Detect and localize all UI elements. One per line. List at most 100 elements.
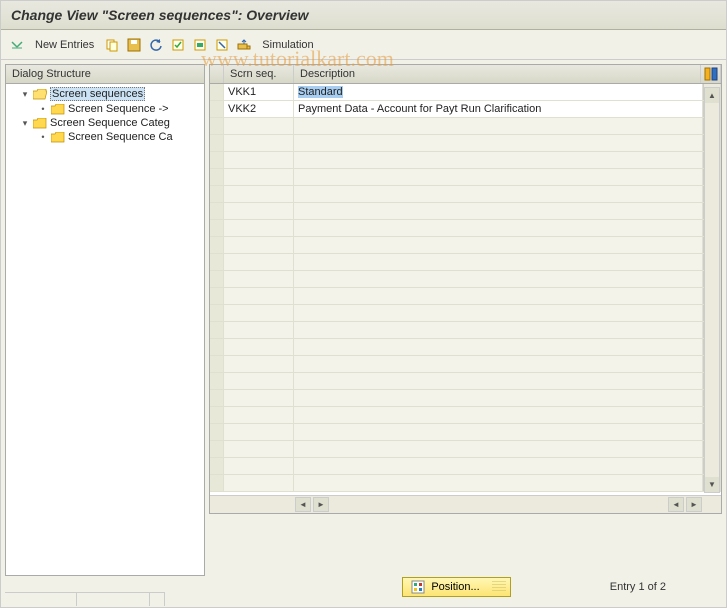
hscroll-bar: ◄ ► ◄ ► [210,495,721,513]
folder-icon [51,132,65,143]
tree-node-screen-sequence-categ[interactable]: ▾ Screen Sequence Categ [6,116,204,130]
table-row-empty[interactable] [210,390,721,407]
scroll-left-end-icon[interactable]: ◄ [668,497,684,512]
table-row-empty[interactable] [210,305,721,322]
page-title: Change View "Screen sequences": Overview [1,1,726,30]
new-entries-button[interactable]: New Entries [29,39,100,51]
deselect-all-icon[interactable] [212,35,232,55]
select-block-icon[interactable] [190,35,210,55]
folder-icon [33,118,47,129]
row-marker[interactable] [210,458,224,474]
table-row-empty[interactable] [210,186,721,203]
table-panel: Scrn seq. Description VKK1 Standard VKK2… [209,64,722,514]
row-marker[interactable] [210,373,224,389]
table-row-empty[interactable] [210,152,721,169]
table-row[interactable]: VKK2 Payment Data - Account for Payt Run… [210,101,721,118]
tree-node-screen-sequences[interactable]: ▾ Screen sequences [6,86,204,102]
tree-label: Screen sequences [50,87,145,101]
simulation-button[interactable]: Simulation [256,39,319,51]
table-row-empty[interactable] [210,254,721,271]
undo-icon[interactable] [146,35,166,55]
row-marker[interactable] [210,237,224,253]
position-label: Position... [431,581,479,593]
row-marker[interactable] [210,475,224,491]
table-row-empty[interactable] [210,441,721,458]
table-row-empty[interactable] [210,203,721,220]
table-row-empty[interactable] [210,169,721,186]
table-row-empty[interactable] [210,475,721,492]
table-row[interactable]: VKK1 Standard [210,84,721,101]
row-marker[interactable] [210,186,224,202]
row-marker[interactable] [210,441,224,457]
scroll-right-end-icon[interactable]: ► [686,497,702,512]
row-marker[interactable] [210,118,224,134]
row-marker[interactable] [210,407,224,423]
row-marker[interactable] [210,288,224,304]
row-marker-header[interactable] [210,65,224,83]
empty-rows [210,118,721,492]
cell-seq[interactable]: VKK2 [224,101,294,117]
vscroll-bar[interactable]: ▲ ▼ [704,87,720,493]
tree-node-screen-sequence-child[interactable]: • Screen Sequence -> [6,102,204,116]
scroll-up-icon[interactable]: ▲ [705,88,719,103]
row-marker[interactable] [210,322,224,338]
expand-toggle-icon[interactable] [7,35,27,55]
table-row-empty[interactable] [210,271,721,288]
row-marker[interactable] [210,101,224,117]
table-config-icon[interactable] [701,65,721,83]
position-button[interactable]: Position... [402,577,510,597]
column-header-seq[interactable]: Scrn seq. [224,65,294,83]
select-all-icon[interactable] [168,35,188,55]
transport-icon[interactable] [234,35,254,55]
tree-node-screen-sequence-ca[interactable]: • Screen Sequence Ca [6,130,204,144]
row-marker[interactable] [210,152,224,168]
row-marker[interactable] [210,271,224,287]
copy-icon[interactable] [102,35,122,55]
row-marker[interactable] [210,254,224,270]
tree-body: ▾ Screen sequences • Screen Sequence -> … [6,84,204,575]
row-marker[interactable] [210,424,224,440]
entry-counter: Entry 1 of 2 [610,581,666,593]
dialog-structure-panel: Dialog Structure ▾ Screen sequences • Sc… [5,64,205,576]
table-row-empty[interactable] [210,118,721,135]
column-header-desc[interactable]: Description [294,65,701,83]
scroll-left-icon[interactable]: ◄ [295,497,311,512]
table-row-empty[interactable] [210,407,721,424]
table-row-empty[interactable] [210,288,721,305]
tree-label: Screen Sequence Categ [50,117,170,129]
folder-open-icon [33,89,47,100]
table-row-empty[interactable] [210,322,721,339]
table-row-empty[interactable] [210,135,721,152]
cell-desc[interactable]: Standard [294,84,703,100]
row-marker[interactable] [210,220,224,236]
scroll-down-icon[interactable]: ▼ [705,477,719,492]
row-marker[interactable] [210,169,224,185]
row-marker[interactable] [210,356,224,372]
scroll-right-icon[interactable]: ► [313,497,329,512]
table-row-empty[interactable] [210,237,721,254]
row-marker[interactable] [210,203,224,219]
table-row-empty[interactable] [210,220,721,237]
folder-icon [51,104,65,115]
toolbar: New Entries Simulation [1,30,726,60]
table-row-empty[interactable] [210,339,721,356]
row-marker[interactable] [210,84,224,100]
tree-toggle-icon[interactable]: ▾ [20,89,30,100]
table-row-empty[interactable] [210,356,721,373]
table-row-empty[interactable] [210,458,721,475]
save-variant-icon[interactable] [124,35,144,55]
row-marker[interactable] [210,339,224,355]
cell-seq[interactable]: VKK1 [224,84,294,100]
table-row-empty[interactable] [210,424,721,441]
table-body: VKK1 Standard VKK2 Payment Data - Accoun… [210,84,721,495]
row-marker[interactable] [210,390,224,406]
table-row-empty[interactable] [210,373,721,390]
cell-desc[interactable]: Payment Data - Account for Payt Run Clar… [294,101,703,117]
tree-toggle-icon[interactable]: ▾ [20,118,30,129]
tree-bullet-icon: • [38,104,48,114]
tree-header: Dialog Structure [6,65,204,84]
row-marker[interactable] [210,135,224,151]
statusbar-stub [5,592,165,606]
position-icon [411,580,425,594]
row-marker[interactable] [210,305,224,321]
